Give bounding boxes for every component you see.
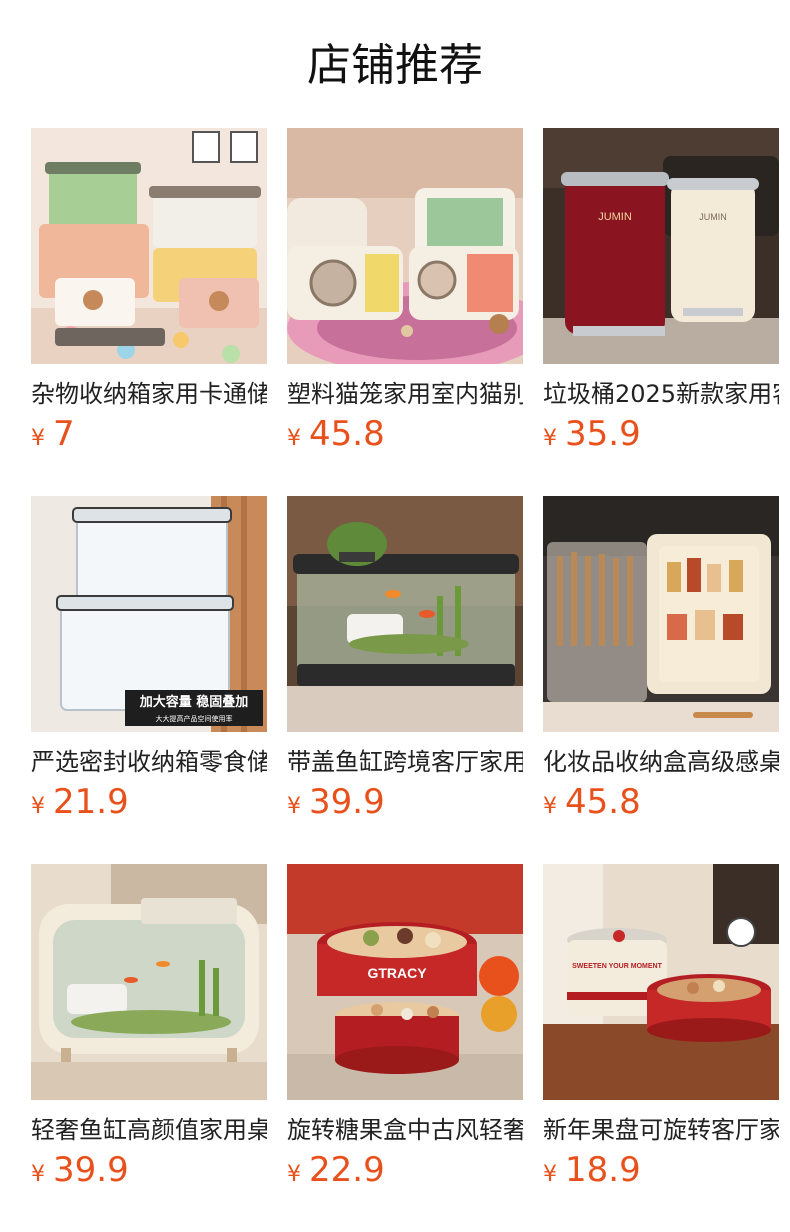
covered-fish-tank-image[interactable] [287, 496, 523, 732]
luxury-fish-tank-image[interactable] [31, 864, 267, 1100]
price-value: 7 [53, 414, 75, 454]
currency-symbol: ¥ [543, 794, 557, 819]
product-card[interactable]: 化妆品收纳盒高级感桌面 ¥ 45.8 [543, 496, 779, 822]
currency-symbol: ¥ [31, 794, 45, 819]
product-name[interactable]: 新年果盘可旋转客厅家用 [543, 1113, 779, 1147]
currency-symbol: ¥ [287, 426, 301, 451]
section-title: 店铺推荐 [307, 40, 483, 91]
currency-symbol: ¥ [31, 426, 45, 451]
cat-cage-image[interactable] [287, 128, 523, 364]
product-card[interactable]: GTRACY 旋转糖果盒中古风轻奢果盘 ¥ 22.9 [287, 864, 523, 1190]
product-price: ¥ 21.9 [31, 782, 129, 828]
price-value: 45.8 [309, 414, 385, 454]
price-value: 39.9 [53, 1150, 129, 1190]
fruit-tray-image[interactable]: SWEETEN YOUR MOMENT [543, 864, 779, 1100]
currency-symbol: ¥ [543, 426, 557, 451]
price-value: 39.9 [309, 782, 385, 822]
price-value: 22.9 [309, 1150, 385, 1190]
fruit-tray-slogan: SWEETEN YOUR MOMENT [572, 963, 662, 970]
product-name[interactable]: 化妆品收纳盒高级感桌面 [543, 745, 779, 779]
product-name[interactable]: 杂物收纳箱家用卡通储物箱 [31, 377, 267, 411]
clear-storage-box-image[interactable]: 加大容量 稳固叠加 大大提高产品空间使用率 [31, 496, 267, 732]
candy-box-image[interactable]: GTRACY [287, 864, 523, 1100]
product-name[interactable]: 旋转糖果盒中古风轻奢果盘 [287, 1113, 523, 1147]
badge-line2: 大大提高产品空间使用率 [156, 714, 233, 723]
product-price: ¥ 35.9 [543, 414, 641, 460]
trash-can-brand-2: JUMIN [699, 212, 727, 222]
storage-boxes-image[interactable] [31, 128, 267, 364]
trash-can-brand: JUMIN [598, 211, 632, 223]
product-name[interactable]: 垃圾桶2025新款家用客厅 [543, 377, 779, 411]
product-name[interactable]: 塑料猫笼家用室内猫别墅 [287, 377, 523, 411]
product-card[interactable]: 带盖鱼缸跨境客厅家用小型 ¥ 39.9 [287, 496, 523, 822]
product-name[interactable]: 带盖鱼缸跨境客厅家用小型 [287, 745, 523, 779]
price-value: 35.9 [565, 414, 641, 454]
currency-symbol: ¥ [287, 1162, 301, 1187]
store-recommendations-page: 店铺推荐 杂物收纳箱家用卡通储 ¥ 7 塑料猫笼家用室内猫别 ¥ 45.8 JU… [0, 0, 790, 1232]
product-card[interactable]: 杂物收纳箱家用卡通储物箱 ¥ 7 [31, 128, 267, 454]
product-price: ¥ 45.8 [543, 782, 641, 828]
price-value: 21.9 [53, 782, 129, 822]
product-price: ¥ 22.9 [287, 1150, 385, 1196]
product-price: ¥ 18.9 [543, 1150, 641, 1196]
product-price: ¥ 7 [31, 414, 75, 460]
product-name[interactable]: 严选密封收纳箱零食储物箱 [31, 745, 267, 779]
product-card[interactable]: 轻奢鱼缸高颜值家用桌面 ¥ 39.9 [31, 864, 267, 1190]
currency-symbol: ¥ [31, 1162, 45, 1187]
badge-line1: 加大容量 稳固叠加 [139, 694, 249, 710]
currency-symbol: ¥ [287, 794, 301, 819]
product-card[interactable]: 塑料猫笼家用室内猫别墅 ¥ 45.8 [287, 128, 523, 454]
product-card[interactable]: SWEETEN YOUR MOMENT 新年果盘可旋转客厅家用 ¥ 18.9 [543, 864, 779, 1190]
trash-can-image[interactable]: JUMIN JUMIN [543, 128, 779, 364]
price-value: 45.8 [565, 782, 641, 822]
product-price: ¥ 39.9 [31, 1150, 129, 1196]
product-name[interactable]: 轻奢鱼缸高颜值家用桌面 [31, 1113, 267, 1147]
currency-symbol: ¥ [543, 1162, 557, 1187]
product-price: ¥ 45.8 [287, 414, 385, 460]
product-price: ¥ 39.9 [287, 782, 385, 828]
product-grid: 杂物收纳箱家用卡通储物箱 ¥ 7 [31, 128, 779, 1190]
product-card[interactable]: 加大容量 稳固叠加 大大提高产品空间使用率 严选密封收纳箱零食储物箱 ¥ 21.… [31, 496, 267, 822]
product-card[interactable]: JUMIN JUMIN 垃圾桶2025新款家用客厅 ¥ 35.9 [543, 128, 779, 454]
candy-box-brand: GTRACY [367, 965, 427, 981]
cosmetic-organizer-image[interactable] [543, 496, 779, 732]
price-value: 18.9 [565, 1150, 641, 1190]
